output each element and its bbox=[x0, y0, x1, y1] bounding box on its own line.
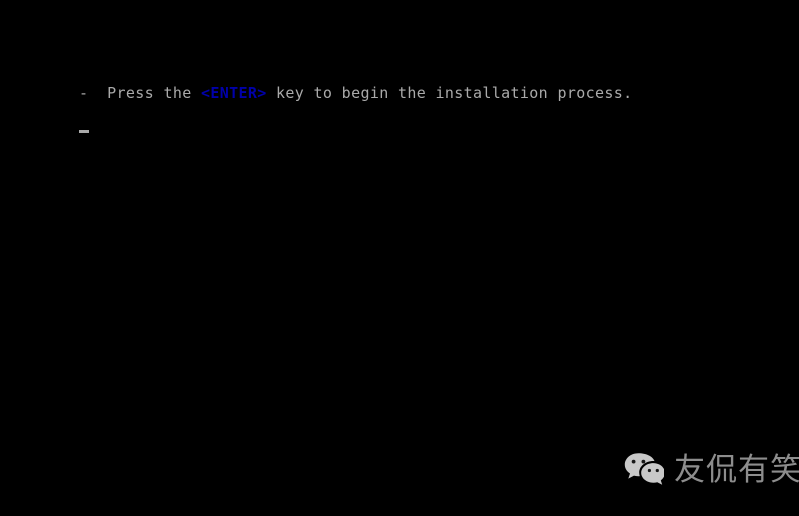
installer-console-screen: - Press the <ENTER> key to begin the ins… bbox=[0, 0, 799, 516]
wechat-logo-icon bbox=[624, 452, 664, 488]
console-output-area: - Press the <ENTER> key to begin the ins… bbox=[0, 0, 799, 516]
wechat-watermark: 友侃有笑 bbox=[624, 452, 799, 488]
console-line-text-before: Press the bbox=[107, 84, 201, 102]
text-cursor bbox=[79, 130, 89, 133]
console-line-enter-prompt: - Press the <ENTER> key to begin the ins… bbox=[79, 85, 633, 102]
wechat-watermark-text: 友侃有笑 bbox=[674, 452, 799, 488]
console-line-text-after: key to begin the installation process. bbox=[266, 84, 633, 102]
console-line-bullet: - bbox=[79, 84, 89, 102]
enter-key-token: <ENTER> bbox=[200, 84, 267, 102]
console-line-bullet-gap bbox=[88, 84, 107, 102]
